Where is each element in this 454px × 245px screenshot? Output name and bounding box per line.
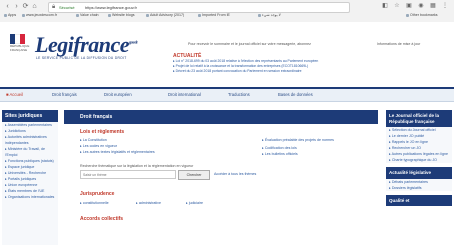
url-text[interactable]: https://www.legifrance.gouv.fr	[85, 5, 137, 10]
all-themes-link[interactable]: Accéder à tous les thèmes	[214, 172, 256, 176]
french-flag-icon	[10, 34, 25, 44]
jo-item[interactable]: ▸ Charte typographique du JO	[386, 157, 452, 163]
jurisprudence-title: Jurisprudence	[80, 191, 115, 197]
bookmark-item[interactable]: Apps	[4, 13, 16, 17]
right-sidebar: Le Journal officiel de la République fra…	[386, 110, 452, 245]
sidebar-title: Sites juridiques	[2, 110, 58, 122]
droit-francais-header: Droit français	[64, 110, 378, 124]
menu-icon[interactable]: ⋮	[442, 3, 448, 9]
other-bookmarks[interactable]: Other bookmarks	[406, 13, 438, 17]
legifrance-logo[interactable]: Legifrancegouv.fr	[35, 32, 138, 58]
actu-legislative-title: Actualité législative	[386, 167, 452, 179]
link-constitution[interactable]: ▸ La Constitution	[80, 138, 107, 142]
link-administrative[interactable]: ▸ administrative	[136, 201, 161, 205]
link-codification[interactable]: ▸ Codification des lois	[262, 146, 297, 150]
link-codes[interactable]: ▸ Les codes en vigueur	[80, 144, 117, 148]
qualite-title: Qualité et	[386, 194, 452, 206]
bookmark-item[interactable]: Value chain	[76, 13, 99, 17]
secure-label: Sécurisé	[59, 5, 75, 10]
main-nav: ■ Accueil Droit français Droit européen …	[0, 87, 454, 102]
sidebar-item[interactable]: ▸ Autorités administratives indépendante…	[2, 134, 58, 146]
left-sidebar: Sites juridiques ▸ Assemblées parlementa…	[2, 110, 58, 245]
theme-search-field[interactable]	[80, 170, 176, 179]
bookmark-item[interactable]: www.jeuxdescom.fr	[22, 13, 57, 17]
actu-legislative-links: ▸ Débats parlementaires ▸ Dossiers légis…	[386, 178, 452, 191]
logo-tagline: LE SERVICE PUBLIC DE LA DIFFUSION DU DRO…	[36, 56, 127, 60]
republique-francaise-label: RÉPUBLIQUE FRANÇAISE	[10, 44, 30, 52]
tab-traductions[interactable]: Traductions	[228, 92, 250, 97]
jo-links: ▸ Sélection du Journal officiel ▸ Le der…	[386, 127, 452, 163]
bookmark-item[interactable]: Imported From IE	[198, 13, 230, 17]
tab-droit-europeen[interactable]: Droit européen	[104, 92, 132, 97]
droit-francais-content: Lois et règlements ▸ La Constitution ▸ L…	[64, 124, 378, 245]
link-autres-textes[interactable]: ▸ Les autres textes législatifs et régle…	[80, 150, 155, 154]
link-bulletins[interactable]: ▸ Les bulletins officiels	[262, 152, 298, 156]
forward-icon[interactable]: ›	[13, 3, 20, 10]
link-constitutionnelle[interactable]: ▸ constitutionnelle	[80, 201, 109, 205]
subscribe-blurb[interactable]: Pour recevoir le sommaire et le journal …	[188, 42, 368, 46]
search-label: Recherche thématique sur la législation …	[80, 164, 194, 168]
search-button[interactable]: Chercher	[178, 170, 210, 180]
updates-link[interactable]: Informations de mise à jour	[377, 42, 420, 46]
actualite-box: ACTUALITÉ ▸ Loi n° 2018-699 du 03 août 2…	[173, 53, 393, 79]
tab-bases-de-donnees[interactable]: Bases de données	[278, 92, 313, 97]
bookmark-item[interactable]: Adult Advisory (2017)	[146, 13, 184, 17]
sidebar-item[interactable]: ▸ Organisations internationales	[2, 194, 58, 200]
extension-icon[interactable]: ◧	[382, 3, 388, 9]
link-evaluation[interactable]: ▸ Évaluation préalable des projets de no…	[262, 138, 334, 142]
star-icon[interactable]: ☆	[394, 3, 400, 9]
extension-icon[interactable]: ◉	[418, 3, 424, 9]
reload-icon[interactable]: ⟳	[22, 3, 29, 10]
bookmark-item[interactable]: لا يوجد شيء	[258, 13, 281, 17]
extension-icon[interactable]: ▦	[430, 3, 436, 9]
bookmark-item[interactable]: Website blogs	[108, 13, 135, 17]
lois-title: Lois et règlements	[80, 129, 125, 135]
actualite-item[interactable]: ▸ Décret du 23 août 2018 portant convoca…	[173, 69, 393, 74]
jo-title: Le Journal officiel de la République fra…	[386, 110, 452, 127]
link-judiciaire[interactable]: ▸ judiciaire	[186, 201, 203, 205]
tab-droit-international[interactable]: Droit international	[168, 92, 201, 97]
actu-item[interactable]: ▸ Dossiers législatifs	[386, 185, 452, 191]
lock-icon: 🔒︎	[52, 4, 56, 10]
accords-title: Accords collectifs	[80, 216, 124, 222]
back-icon[interactable]: ‹	[4, 3, 11, 10]
tab-droit-francais[interactable]: Droit français	[52, 92, 77, 97]
bookmarks-bar: Apps www.jeuxdescom.fr Value chain Websi…	[0, 12, 454, 21]
theme-search-input[interactable]	[81, 171, 175, 178]
tab-accueil[interactable]: ■ Accueil	[6, 92, 23, 97]
sidebar-item[interactable]: ▸ Ministère du Travail, de l'Emploi	[2, 146, 58, 158]
extension-icon[interactable]: ▣	[406, 3, 412, 9]
home-icon[interactable]: ⌂	[31, 3, 38, 10]
